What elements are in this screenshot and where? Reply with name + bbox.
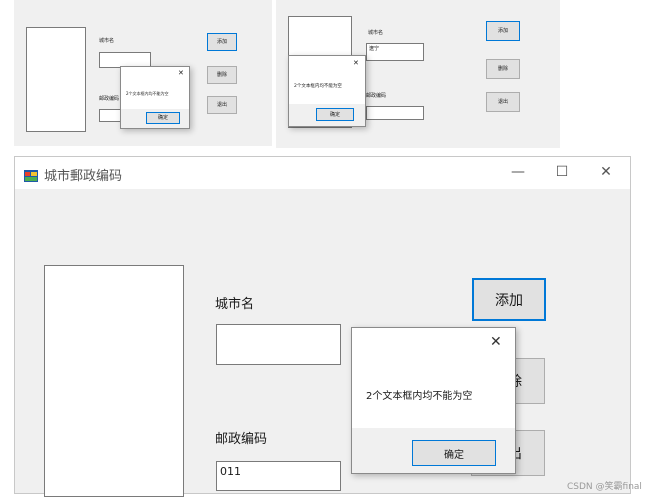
exit-button[interactable]: 退出 [486,92,520,112]
dialog-footer: 确定 [289,104,365,126]
postal-code-input[interactable]: 011 [216,461,341,491]
city-input[interactable] [216,324,341,365]
maximize-button[interactable]: ☐ [547,157,577,189]
dialog-footer: 确定 [352,428,515,473]
ok-button[interactable]: 确定 [412,440,496,466]
add-button[interactable]: 添加 [486,21,520,41]
message-dialog: ✕ 2个文本框内均不能为空 确定 [288,55,366,127]
main-window: 城市郵政编码 — ☐ ✕ 城市名 邮政编码 011 添加 删除 退出 ✕ 2个文… [14,156,631,497]
dialog-close-icon[interactable]: ✕ [178,70,184,77]
city-label: 城市名 [368,30,384,36]
city-input[interactable]: 遼宁 [366,43,424,61]
dialog-message: 2个文本框内均不能为空 [294,84,342,89]
dialog-close-icon[interactable]: ✕ [490,334,502,350]
add-button[interactable]: 添加 [207,33,237,51]
form-app-icon [24,167,38,182]
message-dialog: ✕ 2个文本框内均不能为空 确定 [351,327,516,474]
add-button[interactable]: 添加 [472,278,546,321]
dialog-message: 2个文本框内均不能为空 [366,391,473,402]
city-label: 城市名 [99,38,115,44]
ok-button[interactable]: 确定 [146,112,180,124]
title-bar: 城市郵政编码 — ☐ ✕ [15,157,630,189]
close-button[interactable]: ✕ [591,157,621,189]
message-dialog: ✕ 2个文本框内均不能为空 确定 [120,66,190,129]
postal-code-input-value: 011 [220,465,241,478]
ok-button[interactable]: 确定 [316,108,354,121]
city-input-value: 遼宁 [369,46,380,52]
exit-button[interactable]: 退出 [207,96,237,114]
watermark: CSDN @笑霸final [567,482,642,492]
minimize-button[interactable]: — [503,157,533,189]
postal-code-label: 邮政编码 [215,432,268,447]
dialog-message: 2个文本框内均不能为空 [126,91,169,96]
postal-code-input[interactable] [366,106,424,120]
city-label: 城市名 [215,297,255,312]
city-listbox[interactable] [26,27,86,132]
dialog-close-icon[interactable]: ✕ [353,60,359,67]
thumbnail-left: 城市名 邮政编码 添加 删除 退出 ✕ 2个文本框内均不能为空 确定 [14,0,272,146]
delete-button[interactable]: 删除 [207,66,237,84]
postal-code-label: 邮政编码 [366,93,387,99]
dialog-footer: 确定 [121,109,189,128]
delete-button[interactable]: 删除 [486,59,520,79]
postal-code-label: 邮政编码 [99,96,120,102]
city-listbox[interactable] [44,265,184,497]
thumbnail-right: 城市名 遼宁 邮政编码 添加 删除 退出 ✕ 2个文本框内均不能为空 确定 [276,0,560,148]
window-title: 城市郵政编码 [44,169,123,184]
